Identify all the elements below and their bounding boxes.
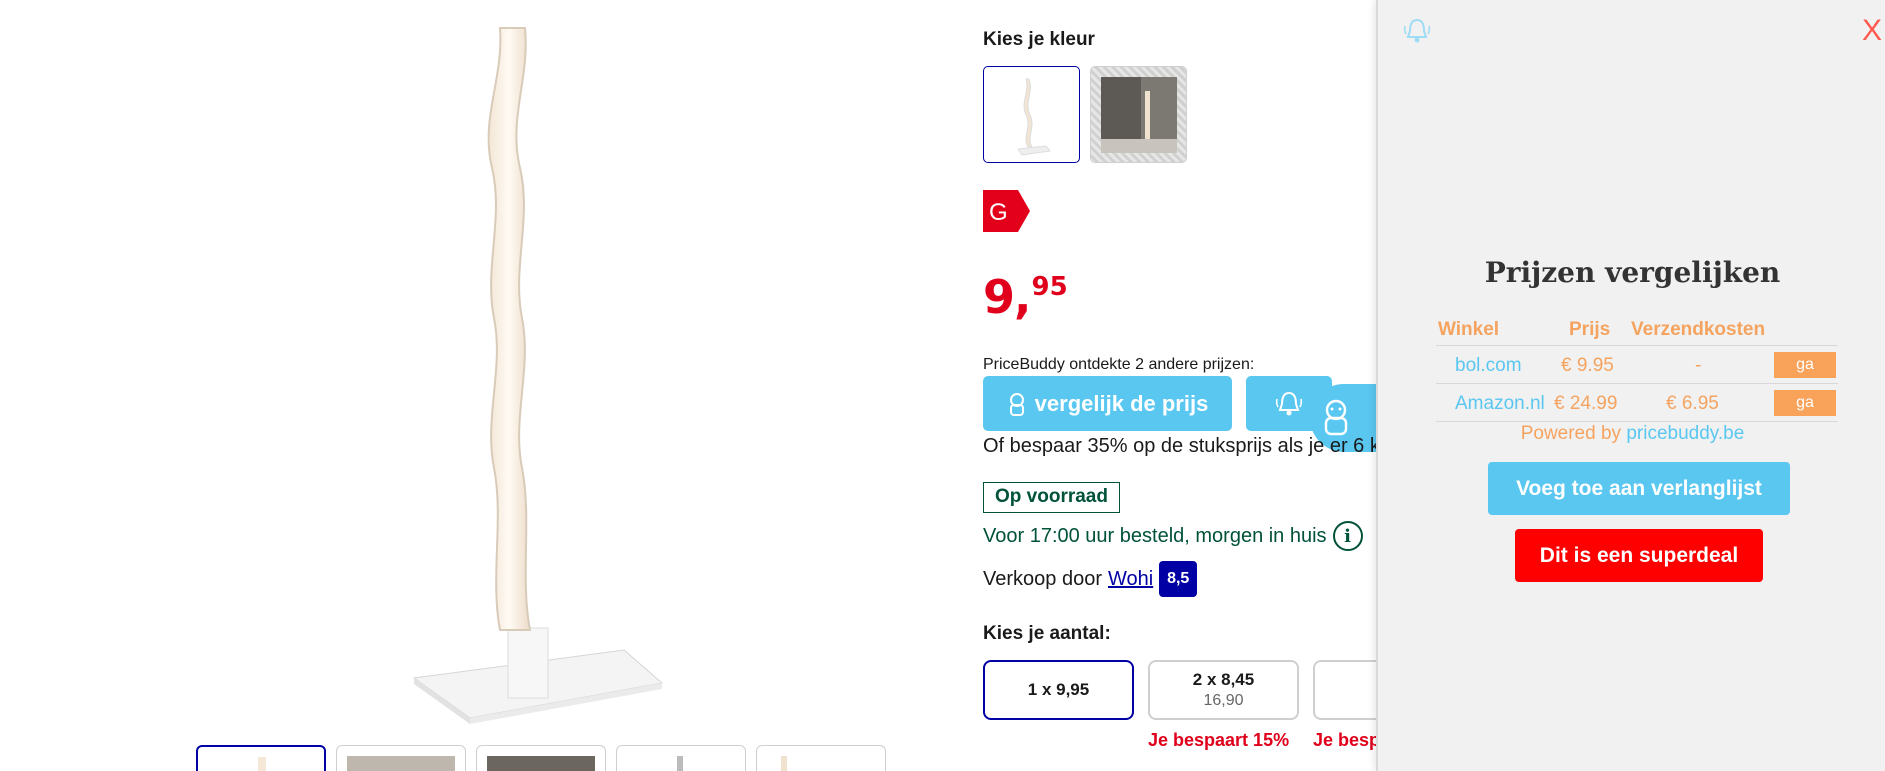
seller-link[interactable]: Wohi [1108,568,1153,591]
quantity-option-total: 16,90 [1203,692,1244,709]
stock-badge: Op voorraad [983,482,1120,513]
thumbnail-3[interactable] [476,745,606,771]
bulk-offer-text: Of bespaar 35% op de stuksprijs als je e… [983,435,1380,457]
delivery-info: Voor 17:00 uur besteld, morgen in huis i [983,521,1363,551]
product-page: Kies je kleur G 9,95 PriceBuddy ontdekte… [0,0,1885,771]
savings-label: Je besp [1313,730,1381,750]
thumbnail-1[interactable] [196,745,326,771]
panel-title: Prijzen vergelijken [1484,256,1781,289]
table-row: Amazon.nl € 24.99 € 6.95 ga [1436,384,1838,422]
price-cents: 95 [1031,272,1068,302]
color-swatch-white[interactable] [983,66,1080,163]
quantity-option-2[interactable]: 2 x 8,45 16,90 [1148,660,1299,720]
pricebuddy-link[interactable]: pricebuddy.be [1626,423,1744,444]
store-price: € 9.95 [1561,355,1614,376]
swatch-room-image [1101,77,1177,153]
bell-icon[interactable] [1400,14,1434,48]
quantity-label: Kies je aantal: [983,623,1111,644]
energy-label-icon[interactable]: G [983,190,1030,232]
compare-price-button[interactable]: vergelijk de prijs [983,376,1232,431]
quantity-option-1[interactable]: 1 x 9,95 [983,660,1134,720]
store-shipping: € 6.95 [1666,393,1719,414]
store-shipping: - [1695,355,1702,376]
store-price: € 24.99 [1554,393,1618,414]
compare-price-label: vergelijk de prijs [1034,390,1209,416]
swatch-white-image [1017,78,1051,156]
delivery-text: Voor 17:00 uur besteld, morgen in huis [983,524,1327,547]
column-store: Winkel [1438,319,1500,340]
quantity-option-text: 2 x 8,45 [1192,670,1255,689]
thumbnail-5[interactable] [756,745,886,771]
seller-score-badge: 8,5 [1159,561,1198,597]
energy-label-text: G [989,199,1008,226]
color-swatch-room[interactable] [1090,66,1187,163]
price-table-header: Winkel Prijs Verzendkosten [1436,316,1838,346]
powered-prefix: Powered by [1520,423,1622,444]
pricebuddy-cat-icon [1324,399,1348,436]
thumbnail-4[interactable] [616,745,746,771]
savings-label: Je bespaart 15% [1148,730,1290,750]
seller-info: Verkoop door Wohi 8,5 [983,561,1198,597]
pricebuddy-notice: PriceBuddy ontdekte 2 andere prijzen: [983,356,1255,373]
quantity-option-text: 1 x 9,95 [1027,680,1090,699]
close-icon[interactable]: X [1862,14,1882,48]
pricebuddy-cat-icon [1009,392,1024,416]
price-compare-panel: X Prijzen vergelijken Winkel Prijs Verze… [1376,0,1885,771]
go-button[interactable]: ga [1774,390,1836,416]
product-main-image[interactable] [380,18,680,728]
thumbnail-strip [196,745,896,771]
store-name[interactable]: Amazon.nl [1455,393,1545,415]
table-row: bol.com € 9.95 - ga [1436,346,1838,384]
powered-by: Powered by pricebuddy.be [1378,423,1885,445]
price-table: Winkel Prijs Verzendkosten bol.com € 9.9… [1436,316,1838,422]
go-button[interactable]: ga [1774,352,1836,378]
bell-icon [1275,391,1303,415]
column-shipping: Verzendkosten [1631,319,1766,340]
product-price: 9,95 [983,270,1068,324]
thumbnail-2[interactable] [336,745,466,771]
info-icon[interactable]: i [1332,521,1363,551]
price-whole: 9, [983,270,1031,324]
color-label: Kies je kleur [983,29,1095,50]
seller-prefix: Verkoop door [983,567,1102,590]
superdeal-button[interactable]: Dit is een superdeal [1515,529,1763,582]
store-name[interactable]: bol.com [1455,355,1522,377]
column-price: Prijs [1569,319,1611,340]
add-to-wishlist-button[interactable]: Voeg toe aan verlanglijst [1488,462,1790,515]
